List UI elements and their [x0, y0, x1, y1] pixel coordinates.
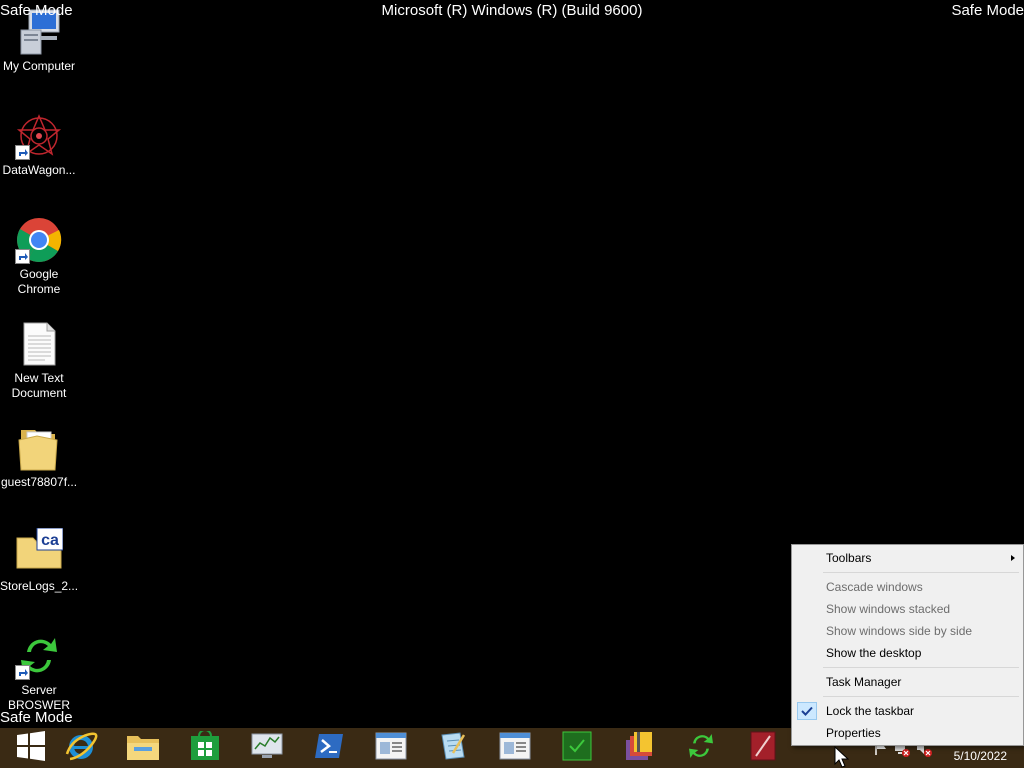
chrome-icon: [15, 216, 63, 264]
checkmark-icon: [797, 702, 817, 720]
desktop-icon-new-text-document[interactable]: New Text Document: [0, 320, 78, 401]
shortcut-arrow-icon: [15, 665, 30, 680]
taskbar-powershell[interactable]: [298, 728, 360, 768]
taskbar-window-app-2[interactable]: [484, 728, 546, 768]
taskbar-window-app-1[interactable]: [360, 728, 422, 768]
submenu-arrow-icon: [1011, 555, 1015, 561]
menu-separator: [823, 696, 1019, 697]
server-browser-icon: [15, 632, 63, 680]
green-app-icon: [561, 730, 593, 767]
desktop-icon-storelogs[interactable]: ca StoreLogs_2...: [0, 527, 79, 594]
window-icon: [499, 732, 531, 765]
menu-item-label: Lock the taskbar: [826, 704, 915, 718]
menu-item-lock-the-taskbar[interactable]: Lock the taskbar: [794, 700, 1021, 722]
menu-item-label: Toolbars: [826, 551, 872, 565]
red-app-icon: [748, 730, 778, 767]
taskbar-archive-app[interactable]: [608, 728, 670, 768]
desktop-icon-label: Google Chrome: [17, 267, 61, 296]
menu-item-show-the-desktop[interactable]: Show the desktop: [794, 642, 1021, 664]
desktop-icon-label: New Text Document: [11, 371, 67, 400]
taskbar-context-menu: Toolbars Cascade windows Show windows st…: [791, 544, 1024, 746]
monitor-chart-icon: [250, 731, 284, 766]
menu-item-properties[interactable]: Properties: [794, 722, 1021, 744]
sync-icon: [685, 730, 717, 767]
taskbar-sync-app[interactable]: [670, 728, 732, 768]
notepad-icon: [438, 731, 468, 766]
build-label: Microsoft (R) Windows (R) (Build 9600): [381, 2, 643, 19]
menu-separator: [823, 667, 1019, 668]
taskbar-red-app[interactable]: [732, 728, 794, 768]
windows-logo-icon: [16, 730, 46, 766]
menu-item-label: Properties: [826, 726, 881, 740]
menu-item-label: Show windows side by side: [826, 624, 973, 638]
desktop-icon-guest-folder[interactable]: guest78807f...: [0, 424, 78, 490]
safe-mode-label-bottom-left: Safe Mode: [0, 709, 73, 726]
menu-item-label: Show windows stacked: [826, 602, 951, 616]
menu-item-label: Task Manager: [826, 675, 902, 689]
shortcut-arrow-icon: [15, 249, 30, 264]
archive-icon: [623, 730, 655, 767]
taskbar-clock-date[interactable]: 5/10/2022: [954, 749, 1007, 763]
text-document-icon: [15, 320, 63, 368]
menu-item-toolbars[interactable]: Toolbars: [794, 547, 1021, 569]
desktop-icon-label: My Computer: [2, 59, 76, 73]
folder-icon: [15, 424, 63, 472]
taskbar-green-app[interactable]: [546, 728, 608, 768]
desktop-icon-server-browser[interactable]: Server BROSWER: [0, 632, 78, 713]
ie-icon: [64, 729, 98, 768]
taskbar-notepad-app[interactable]: [422, 728, 484, 768]
taskbar-file-explorer[interactable]: [112, 728, 174, 768]
window-icon: [375, 732, 407, 765]
file-explorer-icon: [126, 731, 160, 766]
menu-separator: [823, 572, 1019, 573]
desktop-icon-google-chrome[interactable]: Google Chrome: [0, 216, 78, 297]
desktop-icon-label: guest78807f...: [0, 475, 78, 489]
desktop-icon-datawagon[interactable]: DataWagon...: [0, 112, 78, 178]
menu-item-cascade-windows[interactable]: Cascade windows: [794, 576, 1021, 598]
menu-item-show-windows-side-by-side[interactable]: Show windows side by side: [794, 620, 1021, 642]
shortcut-arrow-icon: [15, 145, 30, 160]
safe-mode-label-top-right: Safe Mode: [951, 2, 1024, 19]
svg-text:ca: ca: [41, 532, 59, 549]
desktop-icon-label: DataWagon...: [2, 163, 76, 177]
menu-item-show-windows-stacked[interactable]: Show windows stacked: [794, 598, 1021, 620]
taskbar-internet-explorer[interactable]: [50, 728, 112, 768]
taskbar-store[interactable]: [174, 728, 236, 768]
mouse-cursor-icon: [834, 745, 850, 768]
datawagon-icon: [15, 112, 63, 160]
taskbar-performance-monitor[interactable]: [236, 728, 298, 768]
desktop-icon-label: StoreLogs_2...: [0, 579, 79, 593]
menu-item-label: Cascade windows: [826, 580, 923, 594]
ca-folder-icon: ca: [15, 527, 64, 576]
menu-item-label: Show the desktop: [826, 646, 922, 660]
powershell-icon: [314, 733, 344, 764]
menu-item-task-manager[interactable]: Task Manager: [794, 671, 1021, 693]
store-icon: [190, 728, 220, 766]
